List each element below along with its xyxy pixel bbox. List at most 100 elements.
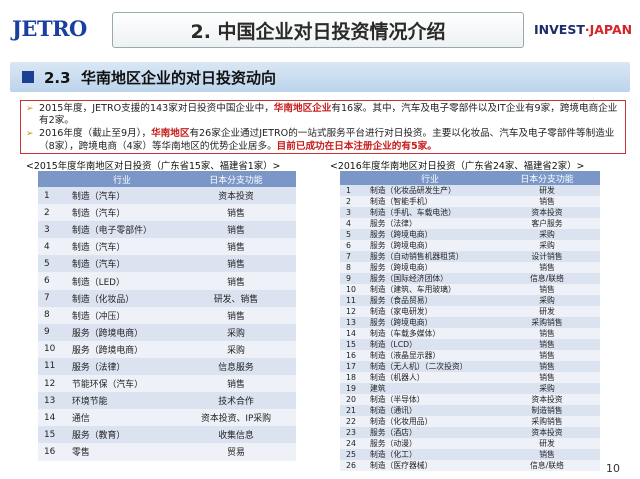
table-row: 22 制造（化妆用品） 采购销售 <box>340 416 600 427</box>
table-row: 6 服务（跨境电商） 采购 <box>340 240 600 251</box>
table-row: 12 制造（家电研发） 研发 <box>340 306 600 317</box>
row-number: 18 <box>340 372 366 383</box>
function-cell: 设计销售 <box>494 251 600 262</box>
table-row: 8 服务（跨境电商） 销售 <box>340 262 600 273</box>
table-row: 25 制造（化工） 销售 <box>340 449 600 460</box>
function-cell: 资本投资 <box>494 394 600 405</box>
function-cell: 销售 <box>176 272 296 290</box>
row-number: 17 <box>340 361 366 372</box>
table-row: 14 通信 资本投资、IP采购 <box>38 409 296 427</box>
industry-cell: 制造（液晶显示器） <box>366 350 494 361</box>
function-cell: 采购 <box>176 340 296 358</box>
function-cell: 贸易 <box>176 443 296 461</box>
industry-cell: 制造（医疗器械） <box>366 460 494 471</box>
row-number: 7 <box>340 251 366 262</box>
function-cell: 制造销售 <box>494 405 600 416</box>
col-header-industry: 行业 <box>68 171 176 187</box>
table-row: 10 服务（跨境电商） 采购 <box>38 340 296 358</box>
section-heading: 2.3 华南地区企业的对日投资动向 <box>44 69 277 87</box>
function-cell: 客户服务 <box>494 218 600 229</box>
industry-cell: 制造（半导体） <box>366 394 494 405</box>
table-row: 9 服务（国际经济团体） 信息/联络 <box>340 273 600 284</box>
jetro-logo: JETRO <box>12 16 87 41</box>
function-cell: 资本投资、IP采购 <box>176 409 296 427</box>
row-number: 19 <box>340 383 366 394</box>
page-number: 10 <box>606 462 620 475</box>
square-bullet-icon <box>22 71 34 83</box>
function-cell: 资本投资 <box>494 207 600 218</box>
arrow-bullet-icon: ➢ <box>26 129 34 140</box>
function-cell: 采购 <box>494 295 600 306</box>
function-cell: 销售 <box>494 284 600 295</box>
table-row: 8 制造（冲压） 销售 <box>38 306 296 324</box>
function-cell: 研发 <box>494 306 600 317</box>
row-number: 3 <box>340 207 366 218</box>
function-cell: 销售 <box>494 449 600 460</box>
industry-cell: 制造（电子零部件） <box>68 221 176 239</box>
col-header-function: 日本分支功能 <box>176 171 296 187</box>
row-number: 4 <box>38 238 68 256</box>
industry-cell: 服务（酒店） <box>366 427 494 438</box>
table-row: 20 制造（半导体） 资本投资 <box>340 394 600 405</box>
page-title: 2. 中国企业对日投资情况介绍 <box>112 12 524 48</box>
row-number: 2 <box>340 196 366 207</box>
industry-cell: 服务（跨境电商） <box>68 323 176 341</box>
industry-cell: 服务（教育） <box>68 426 176 444</box>
table-row: 19 建筑 采购 <box>340 383 600 394</box>
table-row: 10 制造（建筑、车用玻璃） 销售 <box>340 284 600 295</box>
row-number: 11 <box>38 357 68 376</box>
function-cell: 研发、销售 <box>176 289 296 307</box>
industry-cell: 服务（国际经济团体） <box>366 273 494 284</box>
row-number: 14 <box>38 409 68 427</box>
function-cell: 销售 <box>494 350 600 361</box>
industry-cell: 制造（化工） <box>366 449 494 460</box>
industry-cell: 服务（动漫） <box>366 438 494 449</box>
industry-cell: 制造（手机、车载电池） <box>366 207 494 218</box>
table-row: 9 服务（跨境电商） 采购 <box>38 323 296 341</box>
col-header-function: 日本分支功能 <box>494 171 600 185</box>
col-header-no <box>340 171 366 185</box>
table-row: 17 制造（无人机）（二次投资） 销售 <box>340 361 600 372</box>
industry-cell: 制造（建筑、车用玻璃） <box>366 284 494 295</box>
industry-cell: 制造（无人机）（二次投资） <box>366 361 494 372</box>
row-number: 1 <box>340 185 366 196</box>
table-row: 3 制造（电子零部件） 销售 <box>38 221 296 239</box>
row-number: 10 <box>340 284 366 295</box>
industry-cell: 服务（法律） <box>366 218 494 229</box>
table-row: 1 制造（化妆品研发生产） 研发 <box>340 185 600 196</box>
row-number: 7 <box>38 289 68 307</box>
table-row: 4 制造（汽车） 销售 <box>38 238 296 256</box>
function-cell: 销售 <box>176 238 296 256</box>
row-number: 14 <box>340 328 366 339</box>
row-number: 5 <box>340 229 366 240</box>
function-cell: 信息/联络 <box>494 460 600 471</box>
row-number: 22 <box>340 416 366 427</box>
industry-cell: 服务（食品贸易） <box>366 295 494 306</box>
industry-cell: 服务（跨境电商） <box>366 229 494 240</box>
summary-box: ➢ 2015年度，JETRO支援的143家对日投资中国企业中，华南地区企业有16家… <box>20 100 626 154</box>
table-row: 15 服务（教育） 收集信息 <box>38 426 296 444</box>
function-cell: 销售 <box>176 204 296 222</box>
function-cell: 资本投资 <box>176 187 296 205</box>
summary-point-1: ➢ 2015年度，JETRO支援的143家对日投资中国企业中，华南地区企业有16家… <box>26 103 618 127</box>
industry-cell: 制造（机器人） <box>366 372 494 383</box>
industry-cell: 服务（法律） <box>68 357 176 376</box>
table-row: 3 制造（手机、车载电池） 资本投资 <box>340 207 600 218</box>
function-cell: 技术合作 <box>176 392 296 410</box>
row-number: 23 <box>340 427 366 438</box>
row-number: 4 <box>340 218 366 229</box>
function-cell: 销售 <box>176 306 296 324</box>
table-row: 26 制造（医疗器械） 信息/联络 <box>340 460 600 471</box>
table-row: 12 节能环保（汽车） 销售 <box>38 375 296 393</box>
row-number: 25 <box>340 449 366 460</box>
function-cell: 销售 <box>494 328 600 339</box>
industry-cell: 制造（汽车） <box>68 255 176 273</box>
table-row: 14 制造（车载多媒体） 销售 <box>340 328 600 339</box>
function-cell: 采购 <box>494 240 600 251</box>
row-number: 10 <box>38 340 68 358</box>
industry-cell: 制造（家电研发） <box>366 306 494 317</box>
table-row: 16 零售 贸易 <box>38 443 296 461</box>
table-row: 2 制造（智能手机） 销售 <box>340 196 600 207</box>
industry-cell: 环境节能 <box>68 392 176 410</box>
summary-point-2: ➢ 2016年度（截止至9月），华南地区有26家企业通过JETRO的一站式服务平台… <box>26 128 615 152</box>
